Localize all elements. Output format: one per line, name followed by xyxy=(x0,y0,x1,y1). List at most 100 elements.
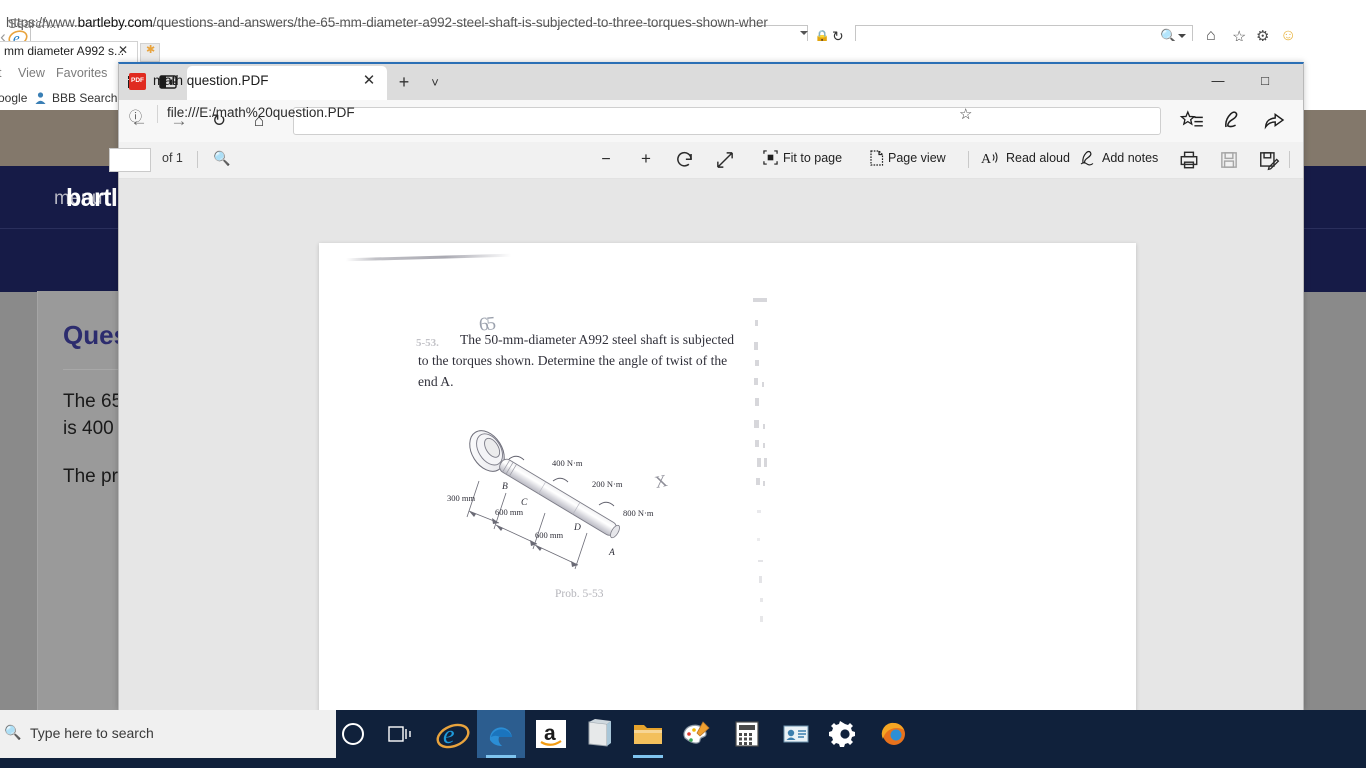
read-aloud-icon[interactable]: A xyxy=(981,150,1001,166)
ie-url-text: https://www.bartleby.com/questions-and-a… xyxy=(6,15,768,30)
search-icon[interactable]: 🔍 xyxy=(213,150,230,167)
pdf-viewer-toolbar: of 1 🔍 − + Fit to page Page view A Read … xyxy=(109,142,1303,179)
svg-text:e: e xyxy=(443,720,455,749)
problem-text: The 50-mm-diameter A992 steel shaft is s… xyxy=(418,329,738,392)
search-icon: 🔍 xyxy=(4,724,22,740)
page-view-icon[interactable] xyxy=(870,150,884,166)
zoom-out-button[interactable]: − xyxy=(594,149,618,171)
svg-text:a: a xyxy=(544,722,556,745)
paint-icon xyxy=(683,721,710,744)
pdf-page-number-input[interactable] xyxy=(109,148,151,172)
ie-navigation-bar: ‹ e https://www.bartleby.com/questions-a… xyxy=(0,12,1366,49)
problem-text-line-3: end A. xyxy=(418,374,454,390)
address-separator xyxy=(157,105,158,123)
microsoft-edge-icon xyxy=(489,727,512,747)
toolbar-separator-2 xyxy=(968,151,969,168)
pdf-page-total: of 1 xyxy=(162,151,183,165)
ie-tab-close-icon[interactable]: ✕ xyxy=(118,43,128,57)
point-label-A: A xyxy=(609,548,615,558)
zoom-in-button[interactable]: + xyxy=(634,148,658,170)
window-maximize-button[interactable]: □ xyxy=(1242,64,1288,98)
ie-menu-item-favorites[interactable]: Favorites xyxy=(56,66,107,80)
window-minimize-button[interactable]: — xyxy=(1195,64,1241,98)
microsoft-store-icon xyxy=(588,719,611,747)
ie-favorite-bbb-search[interactable]: BBB Search xyxy=(52,91,117,105)
windows-taskbar: 🔍 Type here to search e a xyxy=(0,710,1366,768)
amazon-icon: a xyxy=(536,720,566,748)
ie-new-tab-star-icon: ✱ xyxy=(146,44,156,56)
chevron-down-icon[interactable]: ˅ xyxy=(425,73,445,93)
ie-tab-strip: mm diameter A992 s... ✕ ✱ xyxy=(0,41,1366,63)
scan-artifact-line xyxy=(345,253,512,262)
question-body-line-3: The pr xyxy=(63,466,118,487)
edge-url-text: file:///E:/math%20question.PDF xyxy=(167,105,355,120)
calculator-icon xyxy=(735,721,759,747)
taskbar-calculator-button[interactable] xyxy=(723,710,771,758)
ie-url-dropdown-caret-icon[interactable] xyxy=(800,31,808,35)
point-label-D: D xyxy=(574,523,581,533)
bbb-search-icon xyxy=(35,92,46,104)
svg-text:A: A xyxy=(981,152,992,166)
internet-explorer-icon: e xyxy=(436,720,470,749)
pdf-file-icon-label: PDF xyxy=(131,77,144,84)
toolbar-separator xyxy=(197,151,198,168)
ie-favorite-google[interactable]: oogle xyxy=(0,91,27,105)
taskbar-file-explorer-button[interactable] xyxy=(624,710,672,758)
pdf-file-icon: PDF xyxy=(129,73,146,90)
edge-tab-bar: PDF math question.PDF ✕ + ˅ — □ xyxy=(119,64,1303,100)
taskbar-edge-button[interactable] xyxy=(477,710,525,758)
dimension-label-600mm-2: 600 mm xyxy=(535,530,564,540)
fit-to-page-icon[interactable] xyxy=(763,150,778,165)
taskbar-active-indicator xyxy=(486,755,516,758)
new-tab-button[interactable]: + xyxy=(394,72,414,92)
ie-menu-item-0[interactable]: t xyxy=(0,66,1,80)
taskbar-firefox-button[interactable] xyxy=(870,710,918,758)
cortana-circle-icon[interactable] xyxy=(342,723,364,745)
print-icon[interactable] xyxy=(1177,149,1201,171)
taskbar-amazon-button[interactable]: a xyxy=(527,710,575,758)
taskbar-active-indicator-explorer xyxy=(633,755,663,758)
figure-caption: Prob. 5-53 xyxy=(555,588,604,600)
pdf-page: 65 5-53. The 50-mm-diameter A992 steel s… xyxy=(319,243,1136,710)
pdf-viewport[interactable]: 65 5-53. The 50-mm-diameter A992 steel s… xyxy=(119,179,1303,710)
favorites-icon[interactable] xyxy=(1179,109,1205,133)
share-icon[interactable] xyxy=(1261,109,1287,133)
firefox-icon xyxy=(881,722,905,745)
edge-address-bar[interactable] xyxy=(293,107,1161,135)
task-view-icon[interactable] xyxy=(388,724,414,744)
info-icon[interactable]: ⓘ xyxy=(129,106,142,125)
dimension-label-300mm: 300 mm xyxy=(447,493,476,503)
file-explorer-icon xyxy=(634,725,662,744)
save-as-icon[interactable] xyxy=(1257,149,1281,171)
microsoft-edge-window: PDF math question.PDF ✕ + ˅ — □ ← → ↻ ⌂ … xyxy=(109,62,1304,710)
ie-search-placeholder: Search... xyxy=(8,16,61,31)
taskbar-paint-button[interactable] xyxy=(673,710,721,758)
add-notes-icon[interactable] xyxy=(1079,150,1097,166)
ie-menu-item-view[interactable]: View xyxy=(18,66,45,80)
torque-label-400: 400 N·m xyxy=(552,458,583,468)
rotate-icon[interactable] xyxy=(673,149,697,171)
taskbar-internet-explorer-button[interactable]: e xyxy=(429,710,477,758)
dimension-label-600mm-1: 600 mm xyxy=(495,507,524,517)
toolbar-separator-3 xyxy=(1289,151,1290,168)
fit-to-page-button[interactable]: Fit to page xyxy=(783,151,842,165)
taskbar-store-button[interactable] xyxy=(575,710,623,758)
favorite-star-icon[interactable]: ☆ xyxy=(959,105,972,123)
problem-text-line-2: to the torques shown. Determine the angl… xyxy=(418,353,728,369)
edge-tab-close-icon[interactable]: ✕ xyxy=(359,71,379,91)
ie-search-dropdown-caret-icon[interactable] xyxy=(1178,34,1186,38)
collections-pen-icon[interactable] xyxy=(1219,109,1245,133)
question-body-line-2: is 400 xyxy=(63,418,114,439)
read-aloud-button[interactable]: Read aloud xyxy=(1006,151,1070,165)
scan-artifacts-column xyxy=(751,298,775,622)
ie-tab-title: mm diameter A992 s... xyxy=(4,44,125,58)
page-view-button[interactable]: Page view xyxy=(888,151,946,165)
show-desktop-button[interactable] xyxy=(1298,710,1366,758)
taskbar-search-placeholder: Type here to search xyxy=(30,725,154,741)
expand-icon[interactable] xyxy=(713,149,737,171)
ie-url-domain: bartleby.com xyxy=(77,15,153,30)
edge-navigation-toolbar: ← → ↻ ⌂ ⓘ file:///E:/math%20question.PDF… xyxy=(119,100,1303,142)
add-notes-button[interactable]: Add notes xyxy=(1102,151,1158,165)
taskbar-people-button[interactable] xyxy=(772,710,820,758)
taskbar-settings-button[interactable] xyxy=(821,710,869,758)
